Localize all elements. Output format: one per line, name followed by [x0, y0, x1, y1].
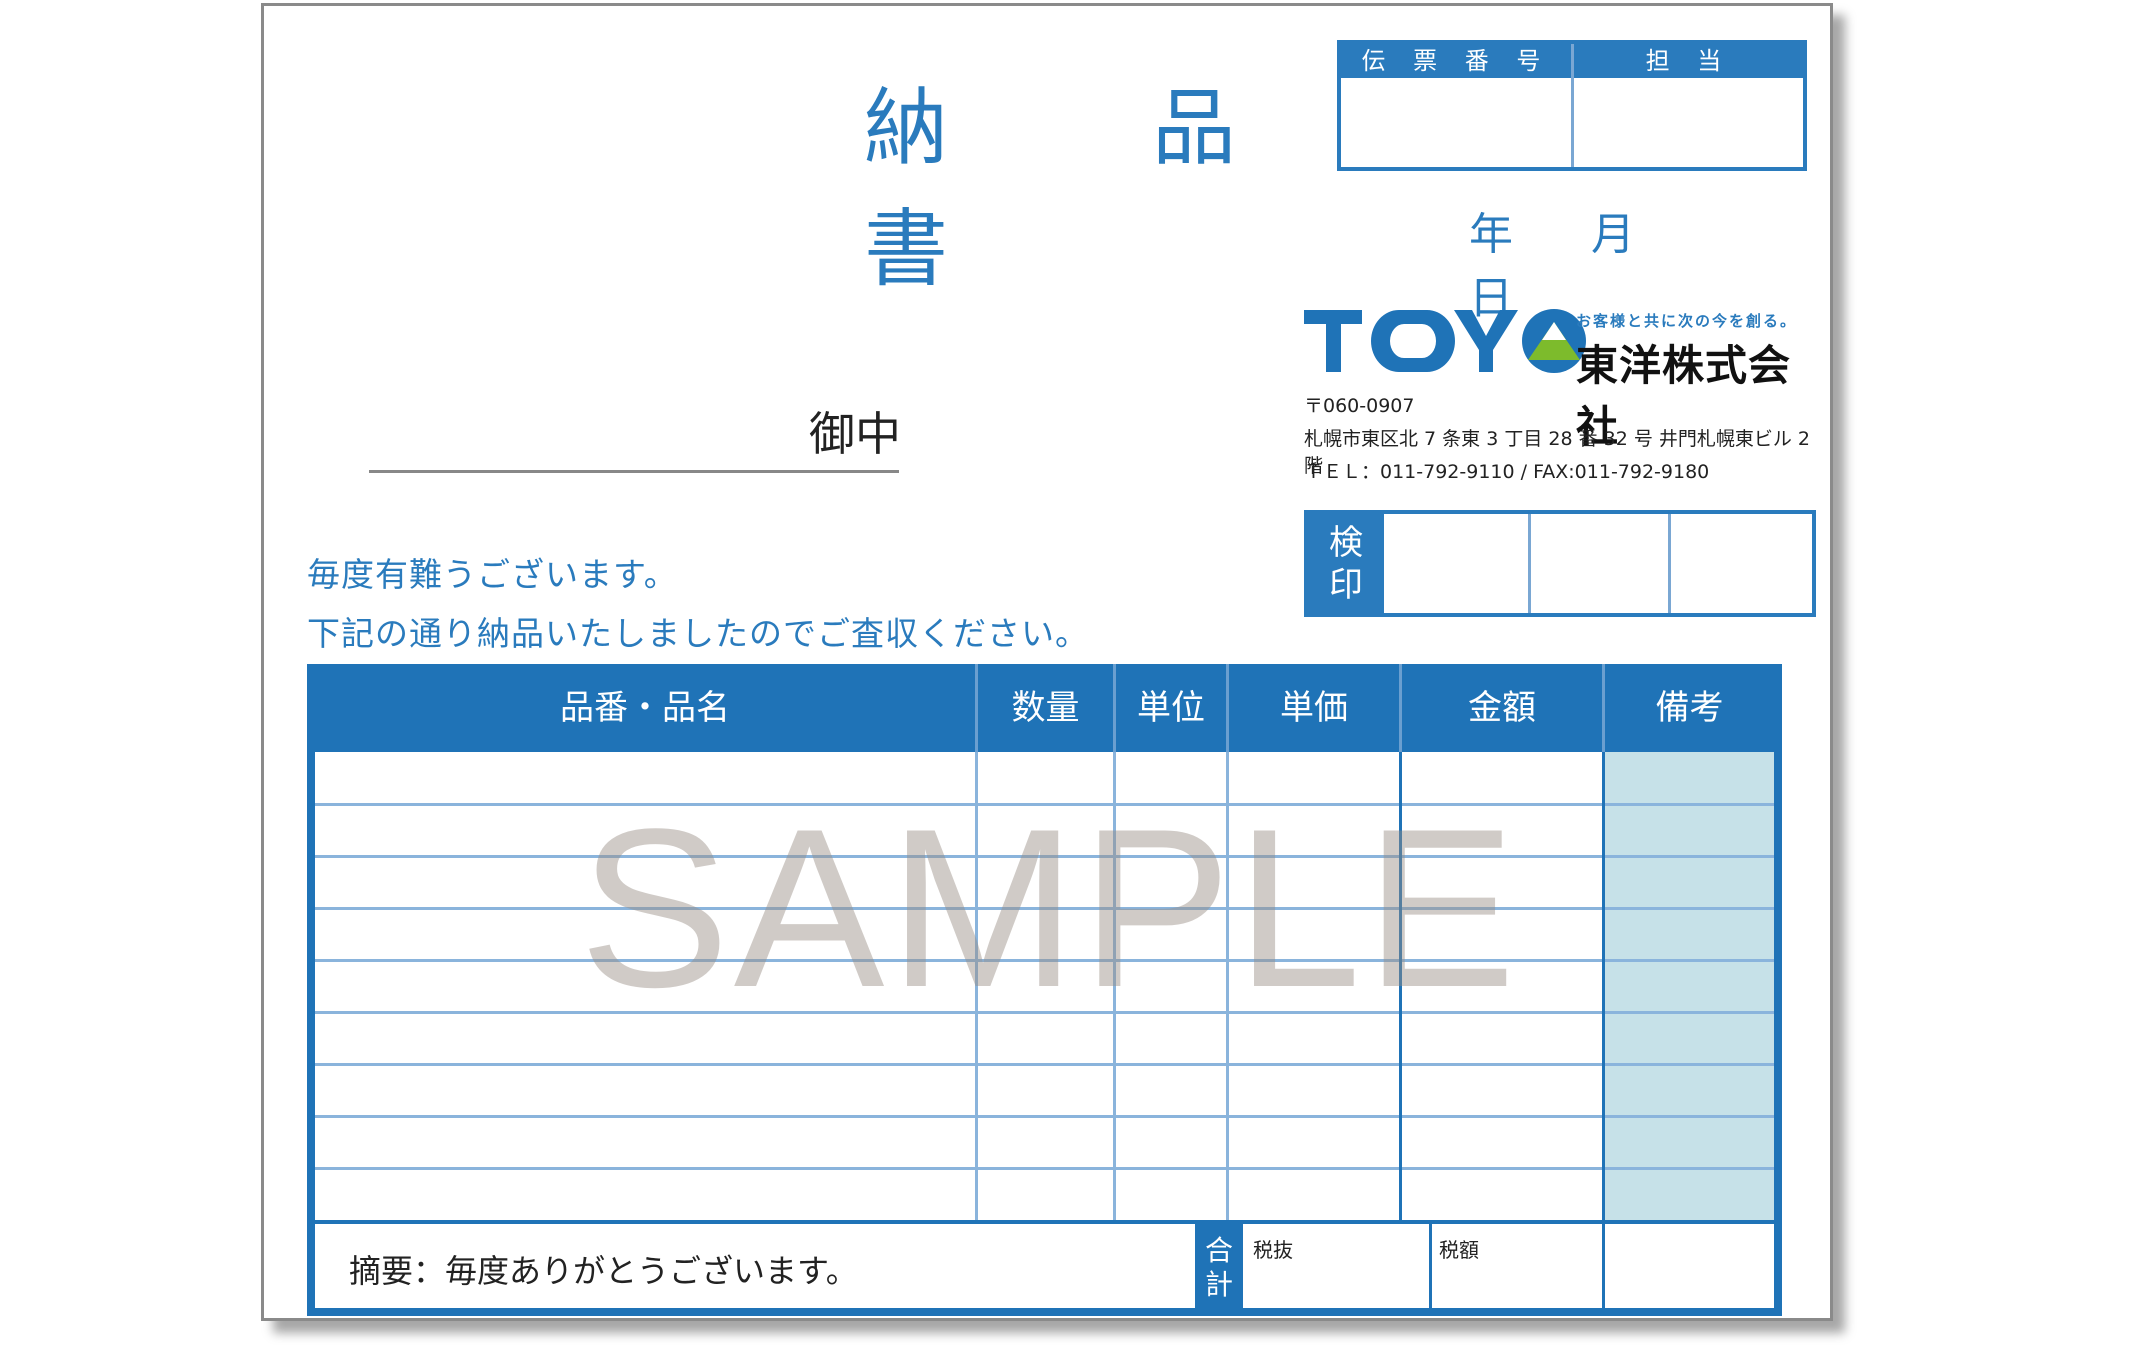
- company-postal: 〒060-0907: [1304, 395, 1415, 417]
- summary-note: 摘要：毎度ありがとうございます。: [349, 1252, 858, 1290]
- document-title: 納 品 書: [864, 79, 1441, 298]
- header-remarks: 備考: [1655, 688, 1724, 728]
- company-tagline: お客様と共に次の今を創る。: [1576, 312, 1798, 330]
- footer-divider: [1602, 1224, 1605, 1308]
- header-quantity: 数量: [1011, 688, 1080, 728]
- company-tel-fax: ＴＥＬ：011-792-9110 / FAX:011-792-9180: [1304, 461, 1710, 483]
- total-label: 合 計: [1195, 1224, 1243, 1308]
- footer-divider: [1429, 1224, 1432, 1308]
- greeting-line1: 毎度有難うございます。: [307, 555, 678, 594]
- person-in-charge-label: 担 当: [1574, 44, 1803, 78]
- table-row-divider: [315, 1063, 1774, 1066]
- inspection-label: 検 印: [1308, 514, 1384, 613]
- table-header: 品番・品名 数量 単位 単価 金額 備考: [315, 664, 1774, 752]
- table-row-divider: [315, 1167, 1774, 1170]
- header-amount: 金額: [1468, 688, 1536, 728]
- header-item-name: 品番・品名: [560, 688, 730, 728]
- header-unit: 単位: [1137, 688, 1205, 728]
- table-footer: 摘要：毎度ありがとうございます。 合 計 税抜 税額: [315, 1220, 1774, 1308]
- inspection-label-line2: 印: [1329, 565, 1363, 605]
- inspection-label-line1: 検: [1329, 523, 1363, 563]
- addressee-suffix: 御中: [809, 407, 901, 461]
- remarks-column-fill: [1605, 752, 1774, 1220]
- delivery-slip-sheet: 納 品 書 伝 票 番 号 担 当 年月日 お客様と共に次の今を創る。 東洋株式…: [261, 3, 1833, 1321]
- slip-number-box: 伝 票 番 号 担 当: [1337, 40, 1807, 171]
- total-label-line1: 合: [1204, 1234, 1233, 1267]
- year-label: 年: [1469, 209, 1513, 260]
- stamp-divider: [1528, 514, 1531, 613]
- inspection-stamp-box: 検 印: [1304, 510, 1816, 617]
- box-divider: [1571, 44, 1574, 167]
- stamp-divider: [1668, 514, 1671, 613]
- column-divider: [1602, 752, 1605, 1220]
- header-unit-price: 単価: [1280, 688, 1348, 728]
- greeting-line2: 下記の通り納品いたしましたのでご査収ください。: [307, 614, 1089, 653]
- addressee-line: [369, 470, 899, 473]
- tax-amount-label: 税額: [1439, 1238, 1479, 1262]
- tax-excluded-label: 税抜: [1253, 1238, 1293, 1262]
- month-label: 月: [1591, 209, 1635, 260]
- total-label-line2: 計: [1204, 1268, 1233, 1301]
- sample-watermark: SAMPLE: [579, 781, 1520, 1034]
- table-row-divider: [315, 1115, 1774, 1118]
- slip-number-label: 伝 票 番 号: [1341, 44, 1571, 78]
